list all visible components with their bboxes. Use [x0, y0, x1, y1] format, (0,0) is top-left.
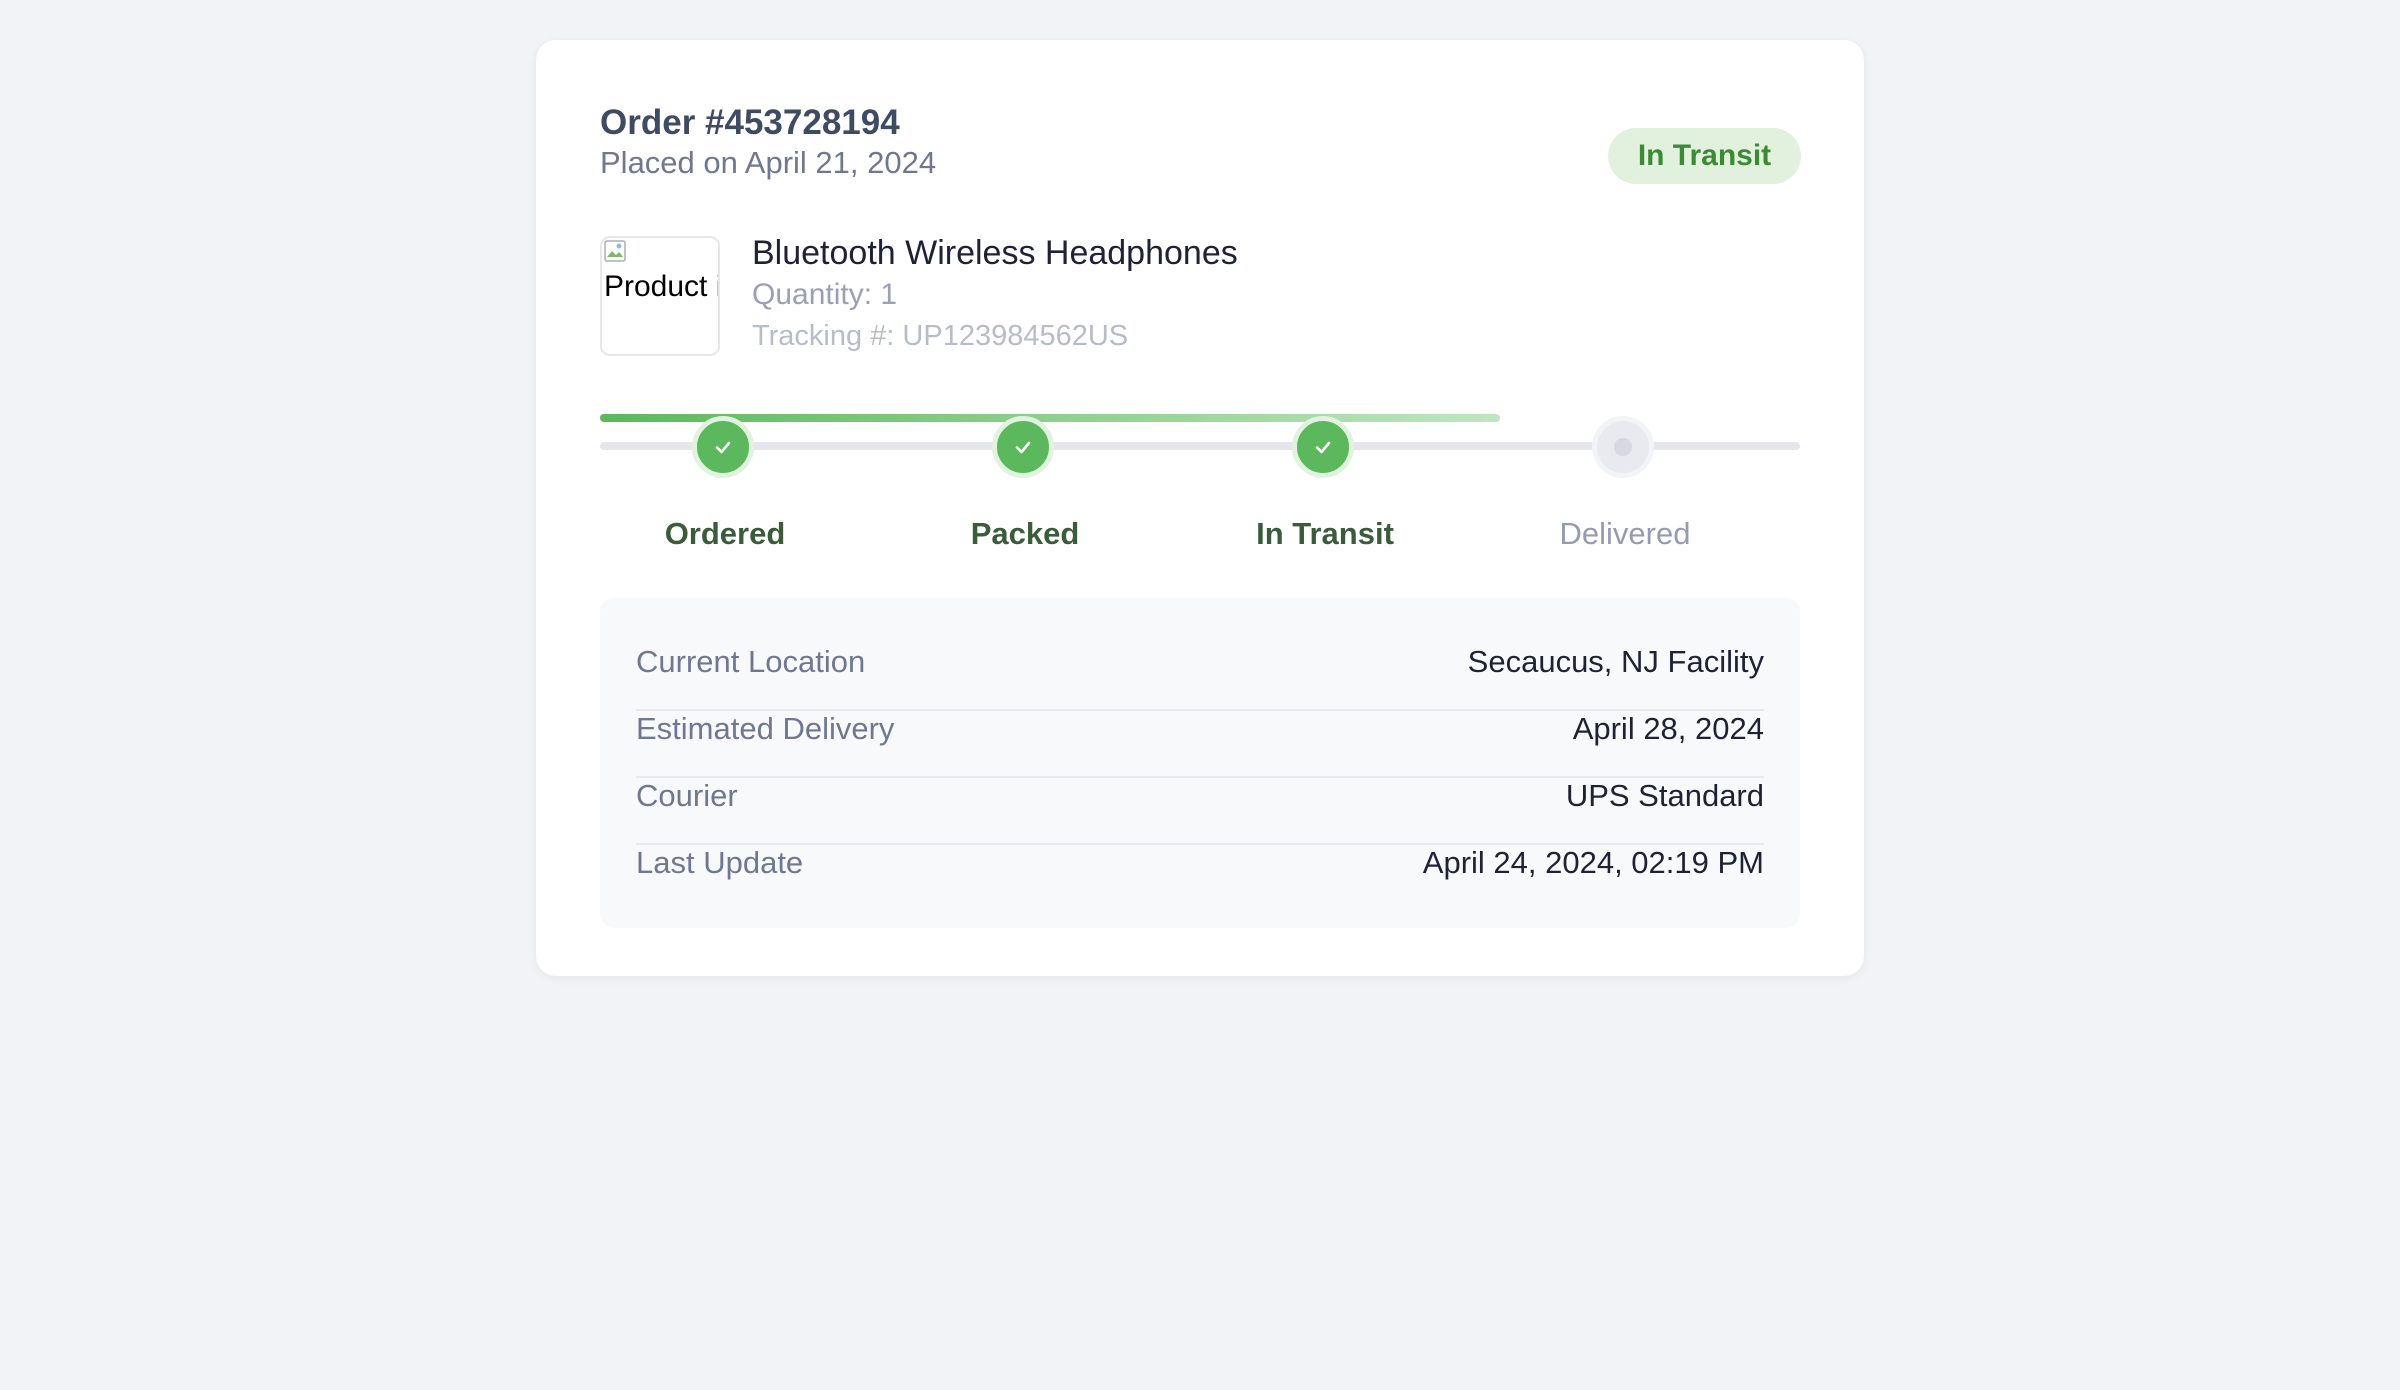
- detail-label: Courier: [636, 778, 738, 813]
- detail-value: Secaucus, NJ Facility: [1467, 644, 1764, 679]
- product-name: Bluetooth Wireless Headphones: [752, 234, 1238, 272]
- detail-value: April 24, 2024, 02:19 PM: [1422, 845, 1764, 880]
- detail-value: UPS Standard: [1565, 778, 1764, 813]
- product-image: Product image: [600, 236, 720, 356]
- check-icon: [1015, 441, 1031, 454]
- check-icon: [715, 441, 731, 454]
- step-in-transit: In Transit: [1200, 416, 1450, 566]
- detail-value: April 28, 2024: [1572, 711, 1764, 746]
- step-label: Ordered: [664, 516, 786, 551]
- step-circle-pending: [1592, 416, 1654, 478]
- step-label: In Transit: [1256, 516, 1394, 551]
- detail-label: Last Update: [636, 845, 804, 880]
- detail-row-last-update: Last Update April 24, 2024, 02:19 PM: [636, 845, 1764, 912]
- step-circle-completed: [1292, 416, 1354, 478]
- step-circle-completed: [992, 416, 1054, 478]
- step-circle-completed: [692, 416, 754, 478]
- detail-row-courier: Courier UPS Standard: [636, 778, 1764, 845]
- product-image-alt-text: Product image: [604, 270, 718, 303]
- step-ordered: Ordered: [600, 416, 850, 566]
- broken-image-icon: [604, 240, 626, 262]
- product-quantity: Quantity: 1: [752, 278, 898, 311]
- shipment-details-panel: Current Location Secaucus, NJ Facility E…: [600, 598, 1800, 928]
- detail-row-estimated-delivery: Estimated Delivery April 28, 2024: [636, 711, 1764, 778]
- order-title: Order #453728194: [600, 103, 900, 142]
- step-label: Delivered: [1559, 516, 1691, 551]
- detail-label: Current Location: [636, 644, 866, 679]
- check-icon: [1315, 441, 1331, 454]
- detail-label: Estimated Delivery: [636, 711, 895, 746]
- tracking-number: Tracking #: UP123984562US: [752, 320, 1129, 352]
- step-label: Packed: [970, 516, 1080, 551]
- pending-dot-icon: [1614, 438, 1632, 456]
- step-packed: Packed: [900, 416, 1150, 566]
- order-tracking-card: Order #453728194 Placed on April 21, 202…: [536, 40, 1864, 976]
- order-placed-date: Placed on April 21, 2024: [600, 145, 937, 180]
- status-badge: In Transit: [1608, 128, 1801, 184]
- step-delivered: Delivered: [1500, 416, 1750, 566]
- detail-row-current-location: Current Location Secaucus, NJ Facility: [636, 644, 1764, 711]
